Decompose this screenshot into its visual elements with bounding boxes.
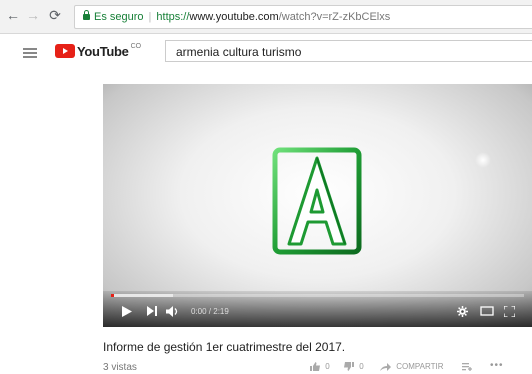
add-to-playlist-button[interactable] <box>462 362 473 371</box>
like-button[interactable]: 0 <box>310 362 330 372</box>
volume-icon[interactable] <box>166 306 180 317</box>
share-label: COMPARTIR <box>396 362 444 371</box>
channel-logo-a-icon <box>272 147 362 255</box>
settings-gear-icon[interactable] <box>457 306 468 317</box>
lock-icon <box>83 10 90 20</box>
thumbs-down-icon <box>344 362 354 372</box>
video-player[interactable]: 0:00 / 2:19 <box>103 84 532 327</box>
light-glow <box>475 152 491 168</box>
address-bar[interactable]: Es seguro | https://www.youtube.com/watch?… <box>74 5 532 29</box>
fullscreen-icon[interactable] <box>504 306 515 317</box>
time-display: 0:00 / 2:19 <box>191 307 229 316</box>
youtube-logo[interactable]: YouTube CO <box>55 43 141 59</box>
player-controls: 0:00 / 2:19 <box>103 291 532 327</box>
more-options-icon[interactable]: ••• <box>490 360 504 371</box>
forward-arrow-icon[interactable]: → <box>25 7 41 23</box>
country-code: CO <box>130 42 142 50</box>
back-arrow-icon[interactable]: ← <box>5 7 21 23</box>
url-path: /watch?v=rZ-zKbCElxs <box>278 11 391 23</box>
thumbs-up-icon <box>310 362 320 372</box>
view-count: 3 vistas <box>103 362 137 373</box>
youtube-play-icon <box>55 44 75 58</box>
secure-label: Es seguro <box>94 11 144 23</box>
menu-icon[interactable] <box>23 48 37 58</box>
dislike-count: 0 <box>359 362 364 371</box>
theater-mode-icon[interactable] <box>480 306 494 316</box>
youtube-header: YouTube CO armenia cultura turismo <box>0 34 532 78</box>
dislike-button[interactable]: 0 <box>344 362 364 372</box>
progress-bar[interactable] <box>111 294 524 297</box>
video-title: Informe de gestión 1er cuatrimestre del … <box>103 340 346 354</box>
url-scheme: https:// <box>156 11 190 23</box>
playlist-add-icon <box>462 362 472 371</box>
search-input[interactable]: armenia cultura turismo <box>165 40 532 62</box>
play-icon[interactable] <box>122 306 132 317</box>
buffered-bar <box>111 294 173 297</box>
like-count: 0 <box>325 362 330 371</box>
share-arrow-icon <box>380 362 391 371</box>
url-host: www.youtube.com <box>189 11 279 23</box>
played-bar <box>111 294 114 297</box>
next-icon[interactable] <box>147 306 157 316</box>
browser-toolbar: ← → ⟳ Es seguro | https://www.youtube.com/… <box>0 0 532 34</box>
youtube-wordmark: YouTube <box>77 43 129 59</box>
share-button[interactable]: COMPARTIR <box>380 362 444 371</box>
reload-icon[interactable]: ⟳ <box>47 7 63 23</box>
separator: | <box>148 11 152 23</box>
